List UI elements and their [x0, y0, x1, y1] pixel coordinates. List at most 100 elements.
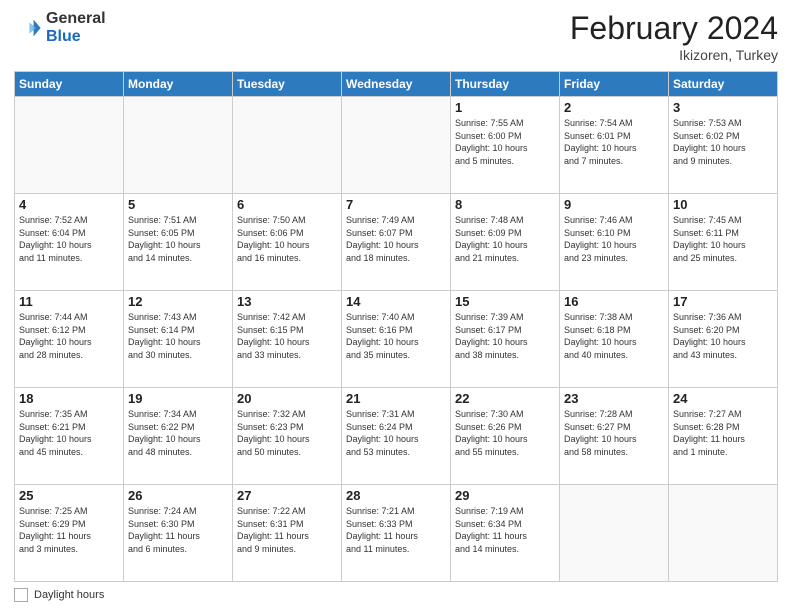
calendar-day-cell: 27 Sunrise: 7:22 AM Sunset: 6:31 PM Dayli… [233, 485, 342, 582]
day-info: Sunrise: 7:30 AM Sunset: 6:26 PM Dayligh… [455, 408, 555, 458]
calendar-day-cell: 13 Sunrise: 7:42 AM Sunset: 6:15 PM Dayli… [233, 291, 342, 388]
day-info: Sunrise: 7:51 AM Sunset: 6:05 PM Dayligh… [128, 214, 228, 264]
weekday-header: Wednesday [342, 72, 451, 97]
calendar-day-cell [669, 485, 778, 582]
day-info: Sunrise: 7:40 AM Sunset: 6:16 PM Dayligh… [346, 311, 446, 361]
calendar-day-cell: 24 Sunrise: 7:27 AM Sunset: 6:28 PM Dayli… [669, 388, 778, 485]
day-info: Sunrise: 7:27 AM Sunset: 6:28 PM Dayligh… [673, 408, 773, 458]
day-number: 14 [346, 294, 446, 309]
day-info: Sunrise: 7:32 AM Sunset: 6:23 PM Dayligh… [237, 408, 337, 458]
day-info: Sunrise: 7:52 AM Sunset: 6:04 PM Dayligh… [19, 214, 119, 264]
day-info: Sunrise: 7:21 AM Sunset: 6:33 PM Dayligh… [346, 505, 446, 555]
day-info: Sunrise: 7:39 AM Sunset: 6:17 PM Dayligh… [455, 311, 555, 361]
calendar-day-cell: 5 Sunrise: 7:51 AM Sunset: 6:05 PM Daylig… [124, 194, 233, 291]
day-info: Sunrise: 7:36 AM Sunset: 6:20 PM Dayligh… [673, 311, 773, 361]
day-number: 9 [564, 197, 664, 212]
day-number: 10 [673, 197, 773, 212]
calendar-day-cell: 20 Sunrise: 7:32 AM Sunset: 6:23 PM Dayli… [233, 388, 342, 485]
day-number: 17 [673, 294, 773, 309]
calendar-day-cell: 19 Sunrise: 7:34 AM Sunset: 6:22 PM Dayli… [124, 388, 233, 485]
calendar-day-cell: 14 Sunrise: 7:40 AM Sunset: 6:16 PM Dayli… [342, 291, 451, 388]
calendar-day-cell: 6Sunrise: 7:50 AM Sunset: 6:06 PM Daylig… [233, 194, 342, 291]
day-number: 23 [564, 391, 664, 406]
day-info: Sunrise: 7:35 AM Sunset: 6:21 PM Dayligh… [19, 408, 119, 458]
day-number: 28 [346, 488, 446, 503]
day-info: Sunrise: 7:53 AM Sunset: 6:02 PM Dayligh… [673, 117, 773, 167]
calendar-table: SundayMondayTuesdayWednesdayThursdayFrid… [14, 71, 778, 582]
logo: General Blue [14, 10, 106, 45]
calendar-day-cell: 25 Sunrise: 7:25 AM Sunset: 6:29 PM Dayli… [15, 485, 124, 582]
calendar-day-cell [15, 97, 124, 194]
day-number: 12 [128, 294, 228, 309]
calendar-day-cell: 3 Sunrise: 7:53 AM Sunset: 6:02 PM Daylig… [669, 97, 778, 194]
calendar-day-cell: 26Sunrise: 7:24 AM Sunset: 6:30 PM Dayli… [124, 485, 233, 582]
day-info: Sunrise: 7:43 AM Sunset: 6:14 PM Dayligh… [128, 311, 228, 361]
weekday-header: Friday [560, 72, 669, 97]
day-info: Sunrise: 7:54 AM Sunset: 6:01 PM Dayligh… [564, 117, 664, 167]
calendar-day-cell: 2Sunrise: 7:54 AM Sunset: 6:01 PM Daylig… [560, 97, 669, 194]
calendar-header-row: SundayMondayTuesdayWednesdayThursdayFrid… [15, 72, 778, 97]
calendar-day-cell: 4 Sunrise: 7:52 AM Sunset: 6:04 PM Daylig… [15, 194, 124, 291]
day-number: 3 [673, 100, 773, 115]
day-info: Sunrise: 7:22 AM Sunset: 6:31 PM Dayligh… [237, 505, 337, 555]
day-number: 1 [455, 100, 555, 115]
day-info: Sunrise: 7:38 AM Sunset: 6:18 PM Dayligh… [564, 311, 664, 361]
calendar-day-cell: 28 Sunrise: 7:21 AM Sunset: 6:33 PM Dayli… [342, 485, 451, 582]
calendar-day-cell: 16Sunrise: 7:38 AM Sunset: 6:18 PM Dayli… [560, 291, 669, 388]
day-info: Sunrise: 7:25 AM Sunset: 6:29 PM Dayligh… [19, 505, 119, 555]
location: Ikizoren, Turkey [570, 47, 778, 63]
calendar-day-cell: 22 Sunrise: 7:30 AM Sunset: 6:26 PM Dayli… [451, 388, 560, 485]
logo-general-text: General [46, 10, 106, 28]
footer: Daylight hours [14, 588, 778, 602]
day-number: 27 [237, 488, 337, 503]
calendar-day-cell [124, 97, 233, 194]
day-info: Sunrise: 7:46 AM Sunset: 6:10 PM Dayligh… [564, 214, 664, 264]
day-number: 13 [237, 294, 337, 309]
day-number: 18 [19, 391, 119, 406]
logo-icon [14, 14, 42, 42]
logo-blue-text: Blue [46, 28, 106, 46]
calendar-day-cell: 12 Sunrise: 7:43 AM Sunset: 6:14 PM Dayli… [124, 291, 233, 388]
header: General Blue February 2024 Ikizoren, Tur… [14, 10, 778, 63]
weekday-header: Thursday [451, 72, 560, 97]
day-info: Sunrise: 7:42 AM Sunset: 6:15 PM Dayligh… [237, 311, 337, 361]
day-number: 4 [19, 197, 119, 212]
calendar-week-row: 11Sunrise: 7:44 AM Sunset: 6:12 PM Dayli… [15, 291, 778, 388]
day-info: Sunrise: 7:45 AM Sunset: 6:11 PM Dayligh… [673, 214, 773, 264]
calendar-day-cell: 29 Sunrise: 7:19 AM Sunset: 6:34 PM Dayli… [451, 485, 560, 582]
daylight-box [14, 588, 28, 602]
calendar-day-cell: 9 Sunrise: 7:46 AM Sunset: 6:10 PM Daylig… [560, 194, 669, 291]
day-number: 24 [673, 391, 773, 406]
calendar-day-cell: 1 Sunrise: 7:55 AM Sunset: 6:00 PM Daylig… [451, 97, 560, 194]
day-number: 25 [19, 488, 119, 503]
day-info: Sunrise: 7:28 AM Sunset: 6:27 PM Dayligh… [564, 408, 664, 458]
day-info: Sunrise: 7:55 AM Sunset: 6:00 PM Dayligh… [455, 117, 555, 167]
month-title: February 2024 [570, 10, 778, 47]
day-number: 22 [455, 391, 555, 406]
calendar-day-cell [560, 485, 669, 582]
day-number: 5 [128, 197, 228, 212]
weekday-header: Saturday [669, 72, 778, 97]
calendar-day-cell: 18 Sunrise: 7:35 AM Sunset: 6:21 PM Dayli… [15, 388, 124, 485]
day-info: Sunrise: 7:44 AM Sunset: 6:12 PM Dayligh… [19, 311, 119, 361]
calendar-day-cell: 23 Sunrise: 7:28 AM Sunset: 6:27 PM Dayli… [560, 388, 669, 485]
calendar-day-cell: 10 Sunrise: 7:45 AM Sunset: 6:11 PM Dayli… [669, 194, 778, 291]
calendar-week-row: 18 Sunrise: 7:35 AM Sunset: 6:21 PM Dayli… [15, 388, 778, 485]
day-number: 20 [237, 391, 337, 406]
day-number: 29 [455, 488, 555, 503]
day-number: 7 [346, 197, 446, 212]
calendar-day-cell: 7Sunrise: 7:49 AM Sunset: 6:07 PM Daylig… [342, 194, 451, 291]
day-info: Sunrise: 7:19 AM Sunset: 6:34 PM Dayligh… [455, 505, 555, 555]
day-info: Sunrise: 7:34 AM Sunset: 6:22 PM Dayligh… [128, 408, 228, 458]
day-info: Sunrise: 7:24 AM Sunset: 6:30 PM Dayligh… [128, 505, 228, 555]
day-number: 21 [346, 391, 446, 406]
weekday-header: Monday [124, 72, 233, 97]
calendar-day-cell: 21Sunrise: 7:31 AM Sunset: 6:24 PM Dayli… [342, 388, 451, 485]
calendar-day-cell: 11Sunrise: 7:44 AM Sunset: 6:12 PM Dayli… [15, 291, 124, 388]
title-block: February 2024 Ikizoren, Turkey [570, 10, 778, 63]
calendar-week-row: 25 Sunrise: 7:25 AM Sunset: 6:29 PM Dayli… [15, 485, 778, 582]
calendar-day-cell: 17 Sunrise: 7:36 AM Sunset: 6:20 PM Dayli… [669, 291, 778, 388]
day-number: 15 [455, 294, 555, 309]
day-number: 19 [128, 391, 228, 406]
calendar-day-cell [342, 97, 451, 194]
